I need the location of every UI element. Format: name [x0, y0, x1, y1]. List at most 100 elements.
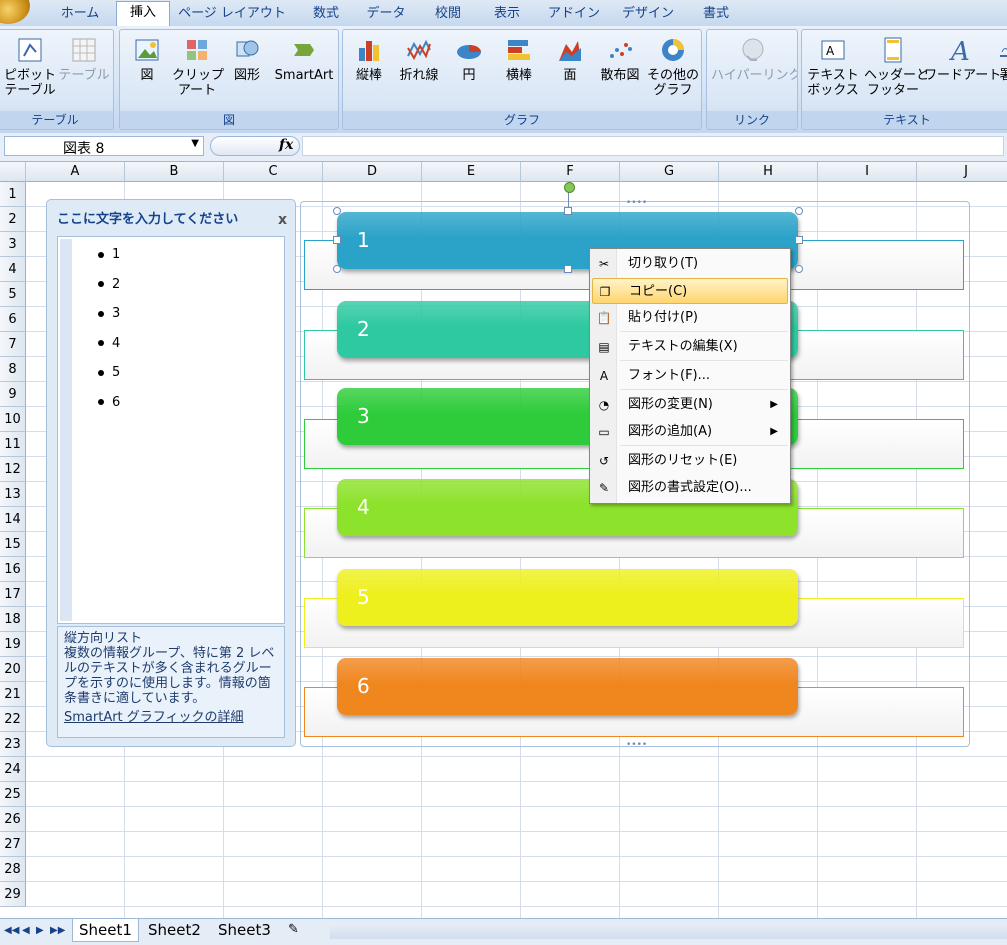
- other-charts-button[interactable]: その他の グラフ: [647, 34, 699, 98]
- row-header-17[interactable]: 17: [0, 582, 26, 607]
- name-box[interactable]: 図表 8 ▼: [4, 136, 204, 157]
- tab-format[interactable]: 書式: [690, 3, 742, 25]
- context-menu-item[interactable]: ✎ 図形の書式設定(O)...: [592, 475, 788, 501]
- tab-design[interactable]: デザイン: [616, 3, 680, 25]
- row-header-9[interactable]: 9: [0, 382, 26, 407]
- tab-review[interactable]: 校閲: [420, 3, 476, 25]
- row-header-16[interactable]: 16: [0, 557, 26, 582]
- row-header-24[interactable]: 24: [0, 757, 26, 782]
- next-sheet-icon[interactable]: ▶: [36, 925, 44, 936]
- row-header-25[interactable]: 25: [0, 782, 26, 807]
- text-pane-item[interactable]: 4: [98, 336, 120, 351]
- tab-data[interactable]: データ: [358, 3, 414, 25]
- row-header-26[interactable]: 26: [0, 807, 26, 832]
- resize-handle-w[interactable]: [333, 236, 341, 244]
- column-header-c[interactable]: C: [224, 162, 323, 182]
- context-menu-item[interactable]: ❐ コピー(C): [592, 278, 788, 304]
- smartart-shape[interactable]: 5: [337, 569, 798, 626]
- frame-grip-bottom[interactable]: ••••: [626, 740, 647, 750]
- column-header-i[interactable]: I: [818, 162, 917, 182]
- tab-insert[interactable]: 挿入: [116, 1, 170, 27]
- smartart-details-link[interactable]: SmartArt グラフィックの詳細: [64, 710, 278, 725]
- tab-addins[interactable]: アドイン: [540, 3, 608, 25]
- column-header-j[interactable]: J: [917, 162, 1007, 182]
- line-chart-button[interactable]: 折れ線: [395, 34, 443, 83]
- resize-handle-se[interactable]: [795, 265, 803, 273]
- column-header-e[interactable]: E: [422, 162, 521, 182]
- column-header-f[interactable]: F: [521, 162, 620, 182]
- text-pane-item[interactable]: 6: [98, 395, 120, 410]
- row-header-18[interactable]: 18: [0, 607, 26, 632]
- insert-function-button[interactable]: fx: [210, 136, 300, 156]
- resize-handle-ne[interactable]: [795, 207, 803, 215]
- text-pane-item[interactable]: 5: [98, 365, 120, 380]
- text-pane-item[interactable]: 2: [98, 277, 120, 292]
- table-button[interactable]: テーブル: [57, 34, 111, 83]
- row-header-14[interactable]: 14: [0, 507, 26, 532]
- insert-sheet-icon[interactable]: ✎: [282, 919, 305, 941]
- text-pane-list[interactable]: 1 2 3 4 5 6: [57, 236, 285, 624]
- context-menu-item[interactable]: 📋 貼り付け(P): [592, 305, 788, 331]
- row-header-10[interactable]: 10: [0, 407, 26, 432]
- chevron-down-icon[interactable]: ▼: [191, 138, 199, 149]
- office-button[interactable]: [0, 0, 30, 24]
- pie-chart-button[interactable]: 円: [449, 34, 489, 83]
- resize-handle-sw[interactable]: [333, 265, 341, 273]
- tab-home[interactable]: ホーム: [50, 3, 110, 25]
- tab-page-layout[interactable]: ページ レイアウト: [176, 3, 288, 25]
- row-header-2[interactable]: 2: [0, 207, 26, 232]
- close-icon[interactable]: x: [278, 212, 287, 228]
- sheet-tab-sheet1[interactable]: Sheet1: [72, 919, 139, 942]
- row-header-28[interactable]: 28: [0, 857, 26, 882]
- column-header-h[interactable]: H: [719, 162, 818, 182]
- resize-handle-s[interactable]: [564, 265, 572, 273]
- resize-handle-n[interactable]: [564, 207, 572, 215]
- bar-chart-button[interactable]: 横棒: [497, 34, 541, 83]
- row-header-8[interactable]: 8: [0, 357, 26, 382]
- formula-input[interactable]: [302, 136, 1004, 156]
- scatter-chart-button[interactable]: 散布図: [597, 34, 643, 83]
- row-header-21[interactable]: 21: [0, 682, 26, 707]
- context-menu-item[interactable]: A フォント(F)...: [592, 363, 788, 389]
- picture-button[interactable]: 図: [126, 34, 168, 83]
- row-header-12[interactable]: 12: [0, 457, 26, 482]
- hyperlink-button[interactable]: ハイパーリンク: [711, 34, 797, 83]
- first-sheet-icon[interactable]: ◀◀: [4, 925, 19, 936]
- row-header-15[interactable]: 15: [0, 532, 26, 557]
- text-pane-item[interactable]: 1: [98, 247, 120, 262]
- smartart-shape[interactable]: 6: [337, 658, 798, 715]
- frame-grip-top[interactable]: ••••: [626, 198, 647, 208]
- context-menu-item[interactable]: ↺ 図形のリセット(E): [592, 448, 788, 474]
- clipart-button[interactable]: クリップ アート: [172, 34, 224, 98]
- prev-sheet-icon[interactable]: ◀: [22, 925, 30, 936]
- row-header-19[interactable]: 19: [0, 632, 26, 657]
- column-header-b[interactable]: B: [125, 162, 224, 182]
- row-header-6[interactable]: 6: [0, 307, 26, 332]
- area-chart-button[interactable]: 面: [549, 34, 591, 83]
- row-header-11[interactable]: 11: [0, 432, 26, 457]
- context-menu-item[interactable]: ✂ 切り取り(T): [592, 251, 788, 277]
- row-header-1[interactable]: 1: [0, 182, 26, 207]
- tab-view[interactable]: 表示: [482, 3, 532, 25]
- sheet-tab-sheet3[interactable]: Sheet3: [212, 919, 277, 941]
- sheet-tab-sheet2[interactable]: Sheet2: [142, 919, 207, 941]
- row-header-23[interactable]: 23: [0, 732, 26, 757]
- horizontal-scrollbar[interactable]: [330, 923, 1007, 939]
- row-header-7[interactable]: 7: [0, 332, 26, 357]
- row-header-20[interactable]: 20: [0, 657, 26, 682]
- column-header-g[interactable]: G: [620, 162, 719, 182]
- rotation-handle[interactable]: [564, 182, 575, 193]
- column-header-d[interactable]: D: [323, 162, 422, 182]
- textbox-button[interactable]: A テキスト ボックス: [806, 34, 860, 98]
- last-sheet-icon[interactable]: ▶▶: [50, 925, 65, 936]
- resize-handle-nw[interactable]: [333, 207, 341, 215]
- row-header-29[interactable]: 29: [0, 882, 26, 907]
- row-header-22[interactable]: 22: [0, 707, 26, 732]
- smartart-button[interactable]: SmartArt: [272, 34, 336, 83]
- shapes-button[interactable]: 図形: [224, 34, 270, 83]
- select-all-corner[interactable]: [0, 162, 26, 182]
- row-header-3[interactable]: 3: [0, 232, 26, 257]
- row-header-13[interactable]: 13: [0, 482, 26, 507]
- column-header-a[interactable]: A: [26, 162, 125, 182]
- text-pane-item[interactable]: 3: [98, 306, 120, 321]
